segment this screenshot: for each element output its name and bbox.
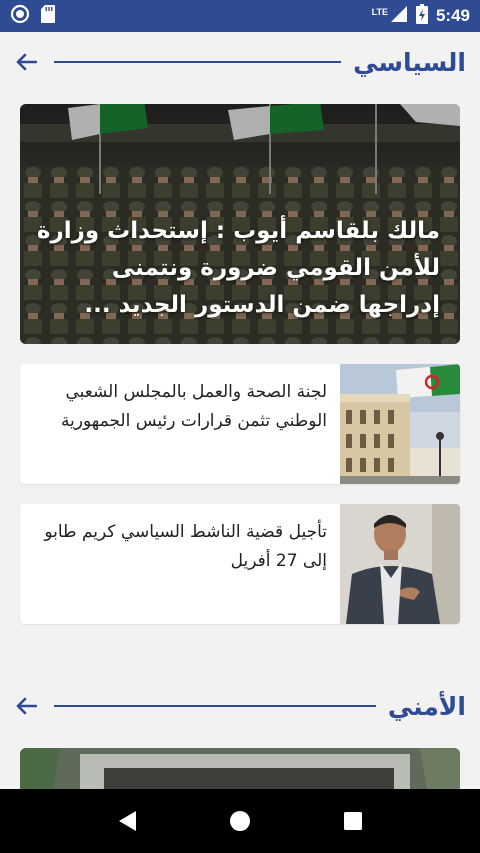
home-circle-icon xyxy=(229,811,250,831)
battery-icon xyxy=(415,4,428,28)
header-divider xyxy=(54,61,342,63)
article-thumbnail xyxy=(340,504,460,624)
back-arrow-icon[interactable] xyxy=(14,694,38,718)
hero-article-card[interactable]: مالك بلقاسم أيوب : إستحداث وزارة للأمن ا… xyxy=(20,104,460,344)
system-nav-bar xyxy=(0,789,480,853)
circle-notification-icon xyxy=(10,4,30,28)
status-bar: LTE 5:49 xyxy=(0,0,480,32)
clock: 5:49 xyxy=(435,6,470,25)
article-title: لجنة الصحة والعمل بالمجلس الشعبي الوطني … xyxy=(60,382,327,431)
section-header-security: الأمني xyxy=(0,676,480,736)
article-card[interactable]: لجنة الصحة والعمل بالمجلس الشعبي الوطني … xyxy=(20,364,460,484)
back-nav-button[interactable] xyxy=(107,801,147,841)
home-nav-button[interactable] xyxy=(220,801,260,841)
recents-nav-button[interactable] xyxy=(333,801,373,841)
section-header-politics: السياسي xyxy=(0,32,480,92)
header-divider xyxy=(54,705,376,707)
sd-card-icon xyxy=(40,4,56,28)
article-thumbnail xyxy=(340,364,460,484)
network-type: LTE xyxy=(371,7,388,17)
article-title: تأجيل قضية الناشط السياسي كريم طابو إلى … xyxy=(44,522,327,571)
signal-icon xyxy=(390,5,408,27)
back-arrow-icon[interactable] xyxy=(14,50,38,74)
back-triangle-icon xyxy=(118,811,136,831)
article-card[interactable]: تأجيل قضية الناشط السياسي كريم طابو إلى … xyxy=(20,504,460,624)
section-title[interactable]: السياسي xyxy=(353,48,466,77)
recents-square-icon xyxy=(344,812,363,830)
hero-article-title: مالك بلقاسم أيوب : إستحداث وزارة للأمن ا… xyxy=(36,218,440,318)
section-title[interactable]: الأمني xyxy=(388,692,466,721)
